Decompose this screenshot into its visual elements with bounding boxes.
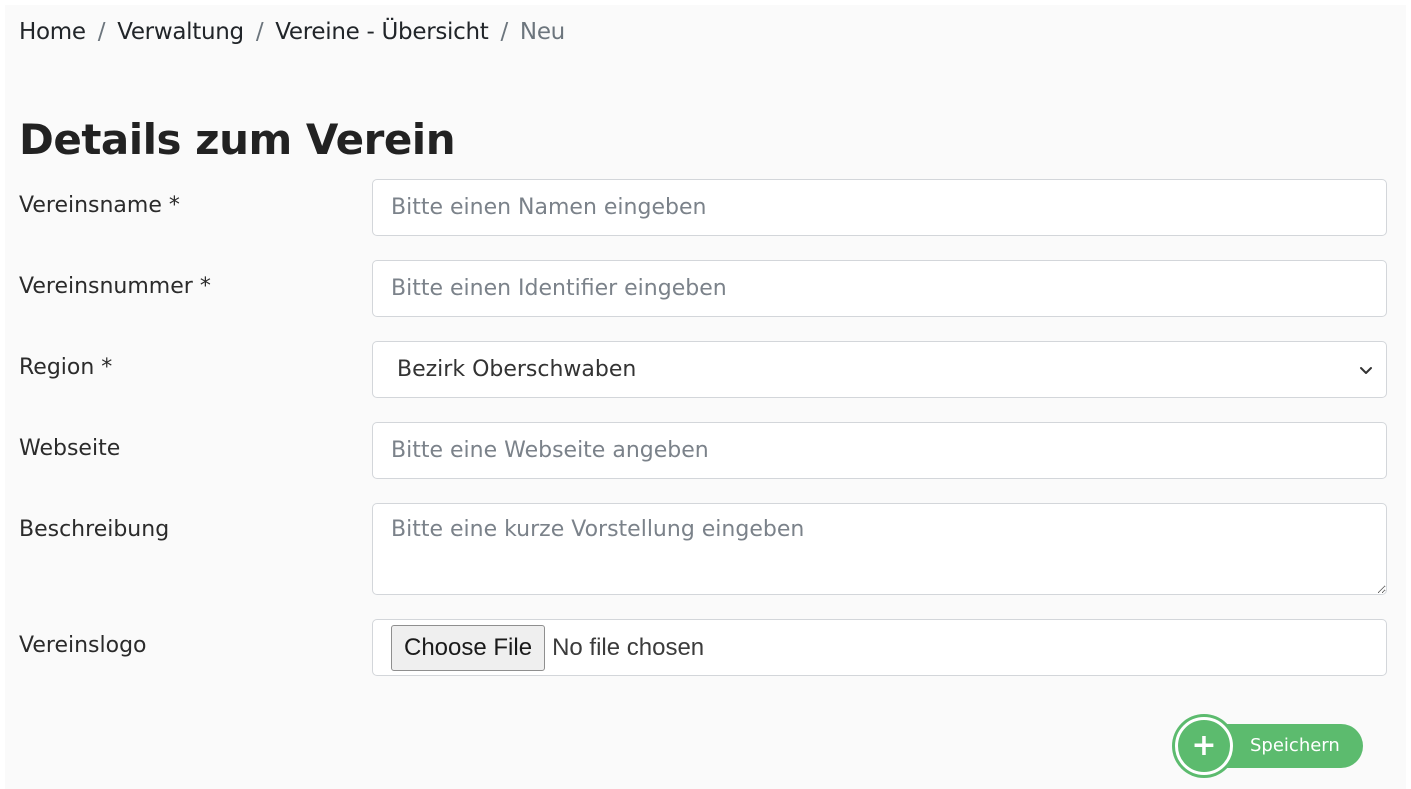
save-button-label: Speichern — [1250, 735, 1340, 756]
plus-icon: + — [1191, 728, 1217, 763]
breadcrumb-vereine-link[interactable]: Vereine - Übersicht — [275, 19, 489, 45]
webseite-label: Webseite — [19, 436, 121, 461]
vereinsnummer-label: Vereinsnummer * — [19, 274, 211, 299]
breadcrumb-separator: / — [255, 19, 264, 45]
file-status-text: No file chosen — [552, 633, 705, 661]
vereinsname-input[interactable] — [372, 179, 1387, 236]
vereinsname-label: Vereinsname * — [19, 193, 180, 218]
page-title: Details zum Verein — [19, 115, 456, 164]
save-button[interactable]: + Speichern — [1175, 717, 1363, 775]
page-container: Home / Verwaltung / Vereine - Übersicht … — [5, 5, 1406, 789]
beschreibung-label: Beschreibung — [19, 517, 170, 542]
region-label: Region * — [19, 355, 113, 380]
breadcrumb: Home / Verwaltung / Vereine - Übersicht … — [19, 19, 565, 45]
vereinslogo-file-input: Choose File No file chosen — [372, 619, 1387, 676]
webseite-input[interactable] — [372, 422, 1387, 479]
breadcrumb-verwaltung-link[interactable]: Verwaltung — [117, 19, 244, 45]
breadcrumb-separator: / — [97, 19, 106, 45]
region-select[interactable]: Bezirk Oberschwaben — [372, 341, 1387, 398]
vereinslogo-label: Vereinslogo — [19, 633, 147, 658]
chevron-down-icon — [1360, 366, 1372, 374]
beschreibung-textarea[interactable] — [372, 503, 1387, 595]
vereinsnummer-input[interactable] — [372, 260, 1387, 317]
save-button-icon-circle: + — [1175, 717, 1233, 775]
choose-file-button[interactable]: Choose File — [391, 624, 546, 671]
breadcrumb-separator: / — [500, 19, 508, 45]
breadcrumb-current: Neu — [519, 19, 565, 45]
breadcrumb-home-link[interactable]: Home — [19, 19, 86, 45]
region-selected-value: Bezirk Oberschwaben — [397, 357, 637, 382]
